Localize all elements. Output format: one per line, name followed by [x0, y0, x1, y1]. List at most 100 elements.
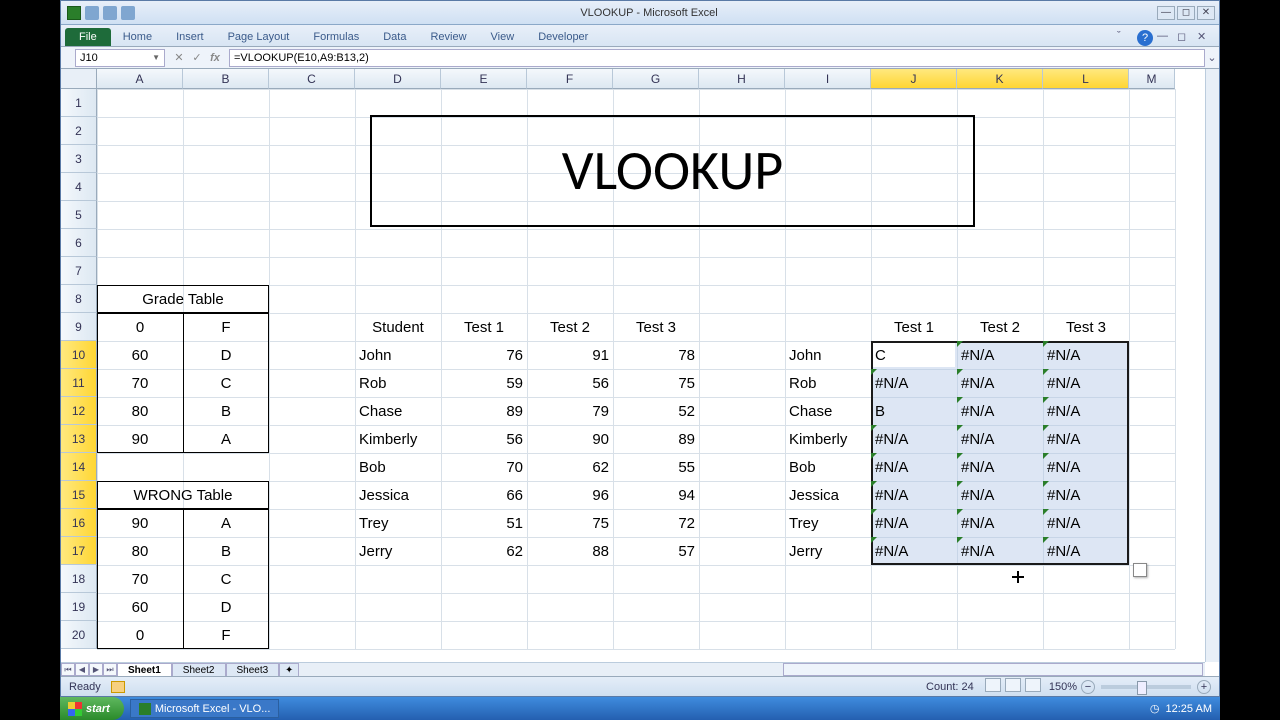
result-cell[interactable]: #N/A: [1043, 453, 1129, 481]
student-t2[interactable]: 88: [527, 537, 613, 565]
tab-developer[interactable]: Developer: [526, 28, 600, 46]
workbook-restore-icon[interactable]: ◻: [1177, 30, 1193, 46]
row-header-8[interactable]: 8: [61, 285, 97, 313]
student-t3[interactable]: 57: [613, 537, 699, 565]
grade-score[interactable]: 0: [97, 313, 183, 341]
student-t2[interactable]: 96: [527, 481, 613, 509]
save-icon[interactable]: [85, 6, 99, 20]
wrong-score[interactable]: 90: [97, 509, 183, 537]
col-header-C[interactable]: C: [269, 69, 355, 89]
result-name[interactable]: Kimberly: [785, 425, 871, 453]
student-t3[interactable]: 55: [613, 453, 699, 481]
result-name[interactable]: Bob: [785, 453, 871, 481]
student-t1[interactable]: 59: [441, 369, 527, 397]
redo-icon[interactable]: [121, 6, 135, 20]
student-name[interactable]: Rob: [355, 369, 441, 397]
grade-score[interactable]: 60: [97, 341, 183, 369]
col-header-D[interactable]: D: [355, 69, 441, 89]
wrong-score[interactable]: 80: [97, 537, 183, 565]
student-t1[interactable]: 62: [441, 537, 527, 565]
zoom-level[interactable]: 150%: [1049, 681, 1077, 693]
col-header-M[interactable]: M: [1129, 69, 1175, 89]
wrong-letter[interactable]: F: [183, 621, 269, 649]
student-t3[interactable]: 72: [613, 509, 699, 537]
grade-letter[interactable]: A: [183, 425, 269, 453]
sheet-tab-2[interactable]: Sheet2: [172, 663, 226, 677]
student-t1[interactable]: 70: [441, 453, 527, 481]
hdr-test1[interactable]: Test 1: [441, 313, 527, 341]
enter-formula-icon[interactable]: ✓: [189, 50, 205, 66]
result-cell[interactable]: #N/A: [957, 341, 1043, 369]
row-header-5[interactable]: 5: [61, 201, 97, 229]
student-t3[interactable]: 94: [613, 481, 699, 509]
zoom-out-icon[interactable]: −: [1081, 680, 1095, 694]
col-header-K[interactable]: K: [957, 69, 1043, 89]
row-header-6[interactable]: 6: [61, 229, 97, 257]
student-t2[interactable]: 56: [527, 369, 613, 397]
student-t3[interactable]: 78: [613, 341, 699, 369]
col-header-J[interactable]: J: [871, 69, 957, 89]
maximize-button[interactable]: ◻: [1177, 6, 1195, 20]
select-all-corner[interactable]: [61, 69, 97, 89]
grade-letter[interactable]: D: [183, 341, 269, 369]
sheet-nav-first[interactable]: ⏮: [61, 663, 75, 676]
result-cell[interactable]: C: [871, 341, 957, 369]
col-header-L[interactable]: L: [1043, 69, 1129, 89]
undo-icon[interactable]: [103, 6, 117, 20]
start-button[interactable]: start: [60, 697, 124, 720]
page-layout-view-icon[interactable]: [1005, 678, 1021, 692]
tab-review[interactable]: Review: [418, 28, 478, 46]
sheet-nav-next[interactable]: ▶: [89, 663, 103, 676]
grade-score[interactable]: 80: [97, 397, 183, 425]
result-name[interactable]: Trey: [785, 509, 871, 537]
sheet-nav-last[interactable]: ⏭: [103, 663, 117, 676]
student-name[interactable]: Trey: [355, 509, 441, 537]
grade-letter[interactable]: C: [183, 369, 269, 397]
insert-sheet-icon[interactable]: ✦: [279, 663, 299, 677]
result-name[interactable]: Jessica: [785, 481, 871, 509]
row-header-1[interactable]: 1: [61, 89, 97, 117]
row-header-15[interactable]: 15: [61, 481, 97, 509]
result-cell[interactable]: #N/A: [1043, 425, 1129, 453]
result-cell[interactable]: #N/A: [871, 509, 957, 537]
autofill-options-icon[interactable]: [1133, 563, 1147, 577]
tab-page-layout[interactable]: Page Layout: [216, 28, 302, 46]
row-header-3[interactable]: 3: [61, 145, 97, 173]
student-t1[interactable]: 89: [441, 397, 527, 425]
result-cell[interactable]: #N/A: [871, 369, 957, 397]
res-hdr-t1[interactable]: Test 1: [871, 313, 957, 341]
minimize-button[interactable]: —: [1157, 6, 1175, 20]
grade-letter[interactable]: F: [183, 313, 269, 341]
student-t1[interactable]: 56: [441, 425, 527, 453]
student-name[interactable]: Jerry: [355, 537, 441, 565]
result-cell[interactable]: #N/A: [957, 425, 1043, 453]
result-cell[interactable]: #N/A: [1043, 481, 1129, 509]
result-name[interactable]: Jerry: [785, 537, 871, 565]
wrong-letter[interactable]: C: [183, 565, 269, 593]
tab-formulas[interactable]: Formulas: [301, 28, 371, 46]
result-cell[interactable]: #N/A: [957, 453, 1043, 481]
row-header-17[interactable]: 17: [61, 537, 97, 565]
sheet-tab-3[interactable]: Sheet3: [226, 663, 280, 677]
cells-container[interactable]: VLOOKUPGrade Table0F60D70C80B90AWRONG Ta…: [97, 89, 1205, 662]
student-t3[interactable]: 52: [613, 397, 699, 425]
result-cell[interactable]: #N/A: [957, 481, 1043, 509]
student-t2[interactable]: 62: [527, 453, 613, 481]
student-t1[interactable]: 66: [441, 481, 527, 509]
workbook-close-icon[interactable]: ✕: [1197, 30, 1213, 46]
worksheet-grid[interactable]: ABCDEFGHIJKLM 12345678910111213141516171…: [61, 69, 1219, 676]
help-icon[interactable]: ?: [1137, 30, 1153, 46]
student-name[interactable]: Kimberly: [355, 425, 441, 453]
student-t1[interactable]: 76: [441, 341, 527, 369]
result-cell[interactable]: #N/A: [957, 537, 1043, 565]
row-header-7[interactable]: 7: [61, 257, 97, 285]
zoom-slider[interactable]: [1101, 685, 1191, 689]
row-header-14[interactable]: 14: [61, 453, 97, 481]
result-cell[interactable]: #N/A: [1043, 341, 1129, 369]
result-cell[interactable]: #N/A: [1043, 397, 1129, 425]
row-header-16[interactable]: 16: [61, 509, 97, 537]
zoom-in-icon[interactable]: +: [1197, 680, 1211, 694]
student-name[interactable]: Chase: [355, 397, 441, 425]
fx-icon[interactable]: fx: [207, 50, 223, 66]
student-name[interactable]: Jessica: [355, 481, 441, 509]
